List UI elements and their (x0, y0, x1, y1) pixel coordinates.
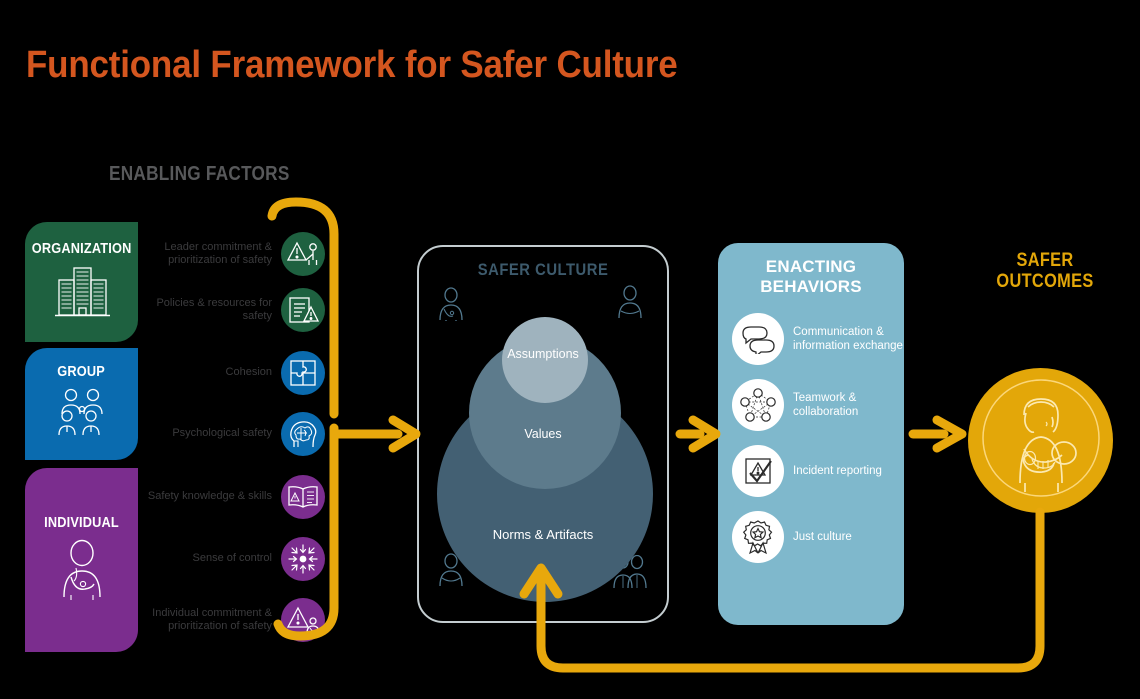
warning-triangle-leader-icon (281, 232, 325, 276)
enabling-factors-header: ENABLING FACTORS (109, 163, 290, 185)
safer-culture-panel[interactable]: SAFER CULTURE Assumptions Values Norms &… (417, 245, 669, 623)
award-ribbon-icon (732, 511, 784, 563)
office-buildings-icon (51, 265, 113, 324)
arrow-culture-to-behaviors (675, 415, 721, 453)
category-block-individual[interactable]: INDIVIDUAL (25, 468, 138, 652)
enacting-behaviors-panel[interactable]: ENACTING BEHAVIORS Communication & infor… (718, 243, 904, 625)
outcomes-title-line2: OUTCOMES (996, 271, 1094, 292)
factor-row-policies-resources[interactable]: Policies & resources for safety (140, 286, 325, 334)
safer-outcomes-circle[interactable] (968, 368, 1113, 513)
category-label-organization: ORGANIZATION (31, 240, 132, 257)
factor-row-psychological-safety[interactable]: Psychological safety (140, 410, 325, 458)
venn-label-assumptions: Assumptions (507, 347, 579, 361)
arrow-to-culture-head (388, 415, 421, 453)
venn-label-values: Values (524, 427, 562, 441)
factor-row-individual-commitment[interactable]: Individual commitment & prioritization o… (140, 596, 325, 644)
converging-arrows-icon (281, 537, 325, 581)
behavior-item-communication[interactable]: Communication & information exchange (718, 313, 904, 365)
outcomes-title-line1: SAFER (1016, 250, 1074, 271)
factor-row-sense-of-control[interactable]: Sense of control (140, 535, 325, 583)
clinician-icon (54, 539, 110, 606)
clipboard-check-warning-icon (732, 445, 784, 497)
factor-label: Individual commitment & prioritization o… (152, 606, 272, 633)
head-brain-icon (281, 412, 325, 456)
person-top-left-icon (435, 287, 467, 326)
group-of-clinicians-icon (51, 388, 113, 445)
behavior-item-incident-reporting[interactable]: Incident reporting (718, 445, 904, 497)
safer-outcomes-header: SAFER OUTCOMES (986, 250, 1104, 292)
factor-row-safety-knowledge[interactable]: Safety knowledge & skills (140, 473, 325, 521)
page-title: Functional Framework for Safer Culture (26, 44, 678, 86)
factor-row-leader-commitment[interactable]: Leader commitment & prioritization of sa… (140, 230, 325, 278)
category-block-group[interactable]: GROUP (25, 348, 138, 460)
safer-culture-title: SAFER CULTURE (477, 260, 609, 279)
diagram-canvas: Functional Framework for Safer Culture E… (0, 0, 1140, 699)
speech-bubbles-icon (732, 313, 784, 365)
behavior-label: Teamwork & collaboration (793, 392, 859, 418)
puzzle-pieces-icon (281, 351, 325, 395)
factor-label: Safety knowledge & skills (147, 490, 272, 503)
person-top-right-icon (615, 285, 645, 324)
enacting-behaviors-title: ENACTING BEHAVIORS (718, 257, 904, 297)
behavior-label: Communication & information exchange (793, 326, 903, 352)
behavior-item-teamwork[interactable]: Teamwork & collaboration (718, 379, 904, 431)
behavior-label: Just culture (793, 531, 852, 543)
behaviors-title-line2: BEHAVIORS (760, 277, 862, 296)
document-warning-icon (281, 288, 325, 332)
factor-label: Leader commitment & prioritization of sa… (164, 240, 272, 267)
behavior-label: Incident reporting (793, 465, 882, 477)
factor-label: Cohesion (225, 366, 272, 379)
factor-row-cohesion[interactable]: Cohesion (140, 349, 325, 397)
arrow-behaviors-to-outcomes (908, 415, 967, 453)
category-label-group: GROUP (57, 363, 106, 380)
venn-label-norms-artifacts: Norms & Artifacts (492, 527, 594, 542)
mother-holding-baby-icon (980, 377, 1102, 504)
behavior-item-just-culture[interactable]: Just culture (718, 511, 904, 563)
factor-label: Policies & resources for safety (156, 296, 272, 323)
factor-label: Sense of control (192, 552, 273, 565)
factor-label: Psychological safety (172, 427, 272, 440)
category-label-individual: INDIVIDUAL (44, 514, 119, 531)
category-block-organization[interactable]: ORGANIZATION (25, 222, 138, 342)
network-nodes-icon (732, 379, 784, 431)
warning-triangle-person-icon (281, 598, 325, 642)
open-book-warning-icon (281, 475, 325, 519)
behaviors-title-line1: ENACTING (765, 257, 857, 276)
